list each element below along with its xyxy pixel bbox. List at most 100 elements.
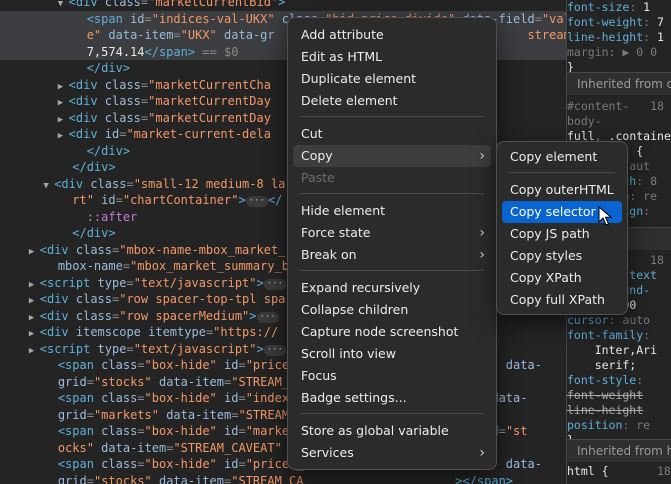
style-property-line[interactable]: cursor: auto <box>567 313 671 328</box>
style-token-dim: : <box>643 328 651 342</box>
style-token-dim: : <box>629 0 644 14</box>
menu-hide-element[interactable]: Hide element <box>293 200 491 222</box>
submenu-copy-styles[interactable]: Copy styles <box>502 245 622 267</box>
token-tag: ></span> <box>455 473 514 484</box>
menu-copy[interactable]: Copy › <box>293 145 491 167</box>
menu-focus[interactable]: Focus <box>293 365 491 387</box>
menu-separator <box>300 270 484 271</box>
style-property-line[interactable]: position: re <box>567 418 671 433</box>
triangle-right-icon[interactable]: ▶ <box>29 313 40 323</box>
styles-section-header: Inherited from ht <box>567 440 671 462</box>
style-token-dim: body- <box>567 114 602 128</box>
triangle-right-icon[interactable]: ▶ <box>29 247 40 257</box>
menu-force-state[interactable]: Force state › <box>293 222 491 244</box>
style-property-line[interactable]: line-height <box>567 403 671 418</box>
token-val: "STREAM_CA <box>231 473 456 484</box>
menu-item-label: Cut <box>301 126 323 141</box>
triangle-right-icon[interactable]: ▶ <box>29 296 40 306</box>
submenu-copy-xpath[interactable]: Copy XPath <box>502 267 622 289</box>
style-property-line[interactable]: body- <box>567 114 671 129</box>
triangle-right-icon[interactable]: ▶ <box>58 115 69 125</box>
style-token-name: cursor <box>567 313 609 327</box>
token-tag: </div> <box>86 61 131 75</box>
menu-capture-node-screenshot[interactable]: Capture node screenshot <box>293 321 491 343</box>
menu-services[interactable]: Services › <box>293 442 491 464</box>
ellipsis-badge[interactable]: ··· <box>245 196 268 207</box>
triangle-down-icon[interactable]: ▼ <box>43 181 54 191</box>
triangle-down-icon[interactable]: ▼ <box>58 0 69 9</box>
menu-item-label: Break on <box>301 247 357 262</box>
token-val: "mbox_market_summary_ban <box>130 259 304 273</box>
triangle-right-icon[interactable]: ▶ <box>58 82 69 92</box>
submenu-copy-element[interactable]: Copy element <box>502 146 622 168</box>
token-val: "chartContainer" <box>122 193 239 207</box>
style-property-line[interactable]: font-weight: 7 <box>567 15 671 30</box>
marker-space <box>43 408 57 422</box>
token-attr: data-item <box>166 407 232 422</box>
marker-space <box>43 424 57 438</box>
style-property-line[interactable]: html { 18 <box>567 464 671 479</box>
token-txt: 7,574.14 <box>86 44 145 59</box>
style-property-line[interactable]: font-style: <box>567 373 671 388</box>
menu-expand-recursively[interactable]: Expand recursively <box>293 277 491 299</box>
menu-break-on[interactable]: Break on › <box>293 244 491 266</box>
token-tag: <span <box>86 11 131 26</box>
menu-badge-settings[interactable]: Badge settings... <box>293 387 491 409</box>
marker-space <box>43 358 57 372</box>
menu-scroll-into-view[interactable]: Scroll into view <box>293 343 491 365</box>
style-property-line[interactable]: line-height: 1 <box>567 30 671 45</box>
style-token-strike: line-height <box>567 403 644 417</box>
style-property-line[interactable]: Inter,Ari <box>567 343 671 358</box>
token-tag: > <box>256 275 264 290</box>
ellipsis-badge[interactable]: ··· <box>263 344 287 356</box>
ellipsis-badge[interactable]: ··· <box>263 278 287 290</box>
style-property-line[interactable]: font-weight <box>567 388 671 403</box>
token-val: "row spacer-top-tpl spa <box>119 292 286 306</box>
token-dim: = <box>238 457 246 471</box>
token-tag: > <box>256 341 264 356</box>
token-tag: <div <box>68 94 105 108</box>
ellipsis-badge[interactable]: ··· <box>256 311 279 323</box>
menu-add-attribute[interactable]: Add attribute <box>293 24 491 46</box>
token-tag: </ <box>267 193 283 207</box>
triangle-right-icon[interactable]: ▶ <box>29 346 40 356</box>
dom-node-line[interactable]: grid="stocks" data-item="STREAM_CA ></sp… <box>0 473 566 484</box>
submenu-copy-outerhtml[interactable]: Copy outerHTML <box>502 179 622 201</box>
token-tag: </div> <box>72 226 116 240</box>
mouse-pointer-icon <box>598 206 612 226</box>
token-attr: id <box>130 11 145 26</box>
menu-item-label: Copy outerHTML <box>510 182 614 197</box>
triangle-right-icon[interactable]: ▶ <box>58 131 69 141</box>
triangle-right-icon[interactable]: ▶ <box>29 329 40 339</box>
token-dim: = <box>144 11 152 26</box>
menu-cut[interactable]: Cut <box>293 123 491 145</box>
menu-collapse-children[interactable]: Collapse children <box>293 299 491 321</box>
menu-duplicate-element[interactable]: Duplicate element <box>293 68 491 90</box>
triangle-right-icon[interactable]: ▶ <box>29 280 40 290</box>
style-property-line[interactable]: font-size: 1 <box>567 0 671 15</box>
menu-item-label: Copy styles <box>510 248 583 263</box>
style-property-line[interactable]: margin: ▶ 0 0 <box>567 45 671 60</box>
style-property-line[interactable]: font-family: <box>567 328 671 343</box>
menu-edit-as-html[interactable]: Edit as HTML <box>293 46 491 68</box>
menu-delete-element[interactable]: Delete element <box>293 90 491 112</box>
style-token-name: font-weight <box>567 15 644 29</box>
style-token-dim: : auto <box>608 313 651 327</box>
dom-node-line[interactable]: ▼ <div class="marketCurrentBid"> <box>0 0 566 11</box>
triangle-right-icon[interactable]: ▶ <box>58 98 69 108</box>
token-attr: class <box>104 0 141 9</box>
menu-item-label: Duplicate element <box>301 71 417 86</box>
submenu-copy-full-xpath[interactable]: Copy full XPath <box>502 289 622 311</box>
menu-store-as-global-variable[interactable]: Store as global variable <box>293 420 491 442</box>
style-property-line[interactable]: serif; <box>567 358 671 373</box>
submenu-copy-js-path[interactable]: Copy JS path <box>502 223 622 245</box>
style-property-line[interactable]: #content- 18 <box>567 99 671 114</box>
